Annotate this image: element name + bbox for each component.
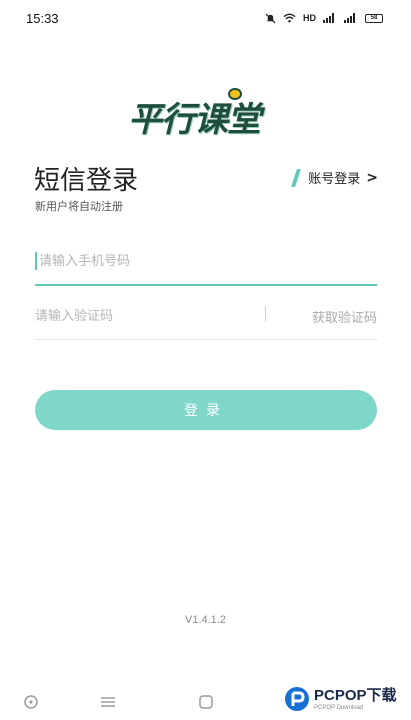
- code-field: 获取验证码: [35, 294, 377, 340]
- signal-icon: [323, 13, 334, 23]
- phone-field: [35, 238, 377, 286]
- watermark-texts: PCPOP下载 PCPOP Download: [314, 688, 397, 711]
- account-login-label: 账号登录: [308, 172, 361, 187]
- text-cursor: [35, 252, 37, 270]
- wifi-icon: [283, 13, 296, 23]
- verification-code-input[interactable]: [35, 294, 255, 339]
- hd-indicator: HD: [303, 13, 316, 23]
- mute-icon: [265, 12, 276, 24]
- back-icon[interactable]: [21, 692, 41, 712]
- slash-decoration-icon: [291, 168, 302, 187]
- page-subtitle: 新用户将自动注册: [35, 200, 123, 213]
- home-icon[interactable]: [196, 692, 216, 712]
- login-button[interactable]: 登录: [35, 390, 377, 430]
- signal-icon-2: [344, 13, 355, 23]
- logo-badge-icon: [228, 88, 242, 100]
- menu-icon[interactable]: [98, 692, 118, 712]
- status-time: 15:33: [26, 10, 59, 26]
- app-logo: 平行课堂: [128, 88, 288, 140]
- phone-input[interactable]: [35, 238, 255, 284]
- status-icons: HD 58: [265, 12, 383, 24]
- watermark-sub: PCPOP Download: [314, 704, 364, 711]
- chevron-right-icon: >: [366, 169, 378, 186]
- app-version: V1.4.1.2: [185, 614, 226, 626]
- pcpop-logo-icon: [285, 687, 309, 711]
- get-code-button[interactable]: 获取验证码: [312, 294, 377, 339]
- battery-icon: 58: [365, 13, 383, 23]
- watermark-main: PCPOP下载: [314, 686, 397, 704]
- pcpop-watermark: PCPOP下载 PCPOP Download: [284, 682, 408, 716]
- battery-level: 58: [370, 15, 378, 21]
- logo-text: 平行课堂: [128, 100, 261, 140]
- login-screen: 15:33 HD 58 平行课堂 短信登录 新用户将自动注册 账号登录 > 请输…: [0, 0, 411, 720]
- status-bar: 15:33 HD 58: [0, 0, 411, 36]
- account-login-link[interactable]: 账号登录 >: [291, 168, 378, 187]
- page-title: 短信登录: [34, 166, 139, 196]
- field-divider: [265, 306, 266, 322]
